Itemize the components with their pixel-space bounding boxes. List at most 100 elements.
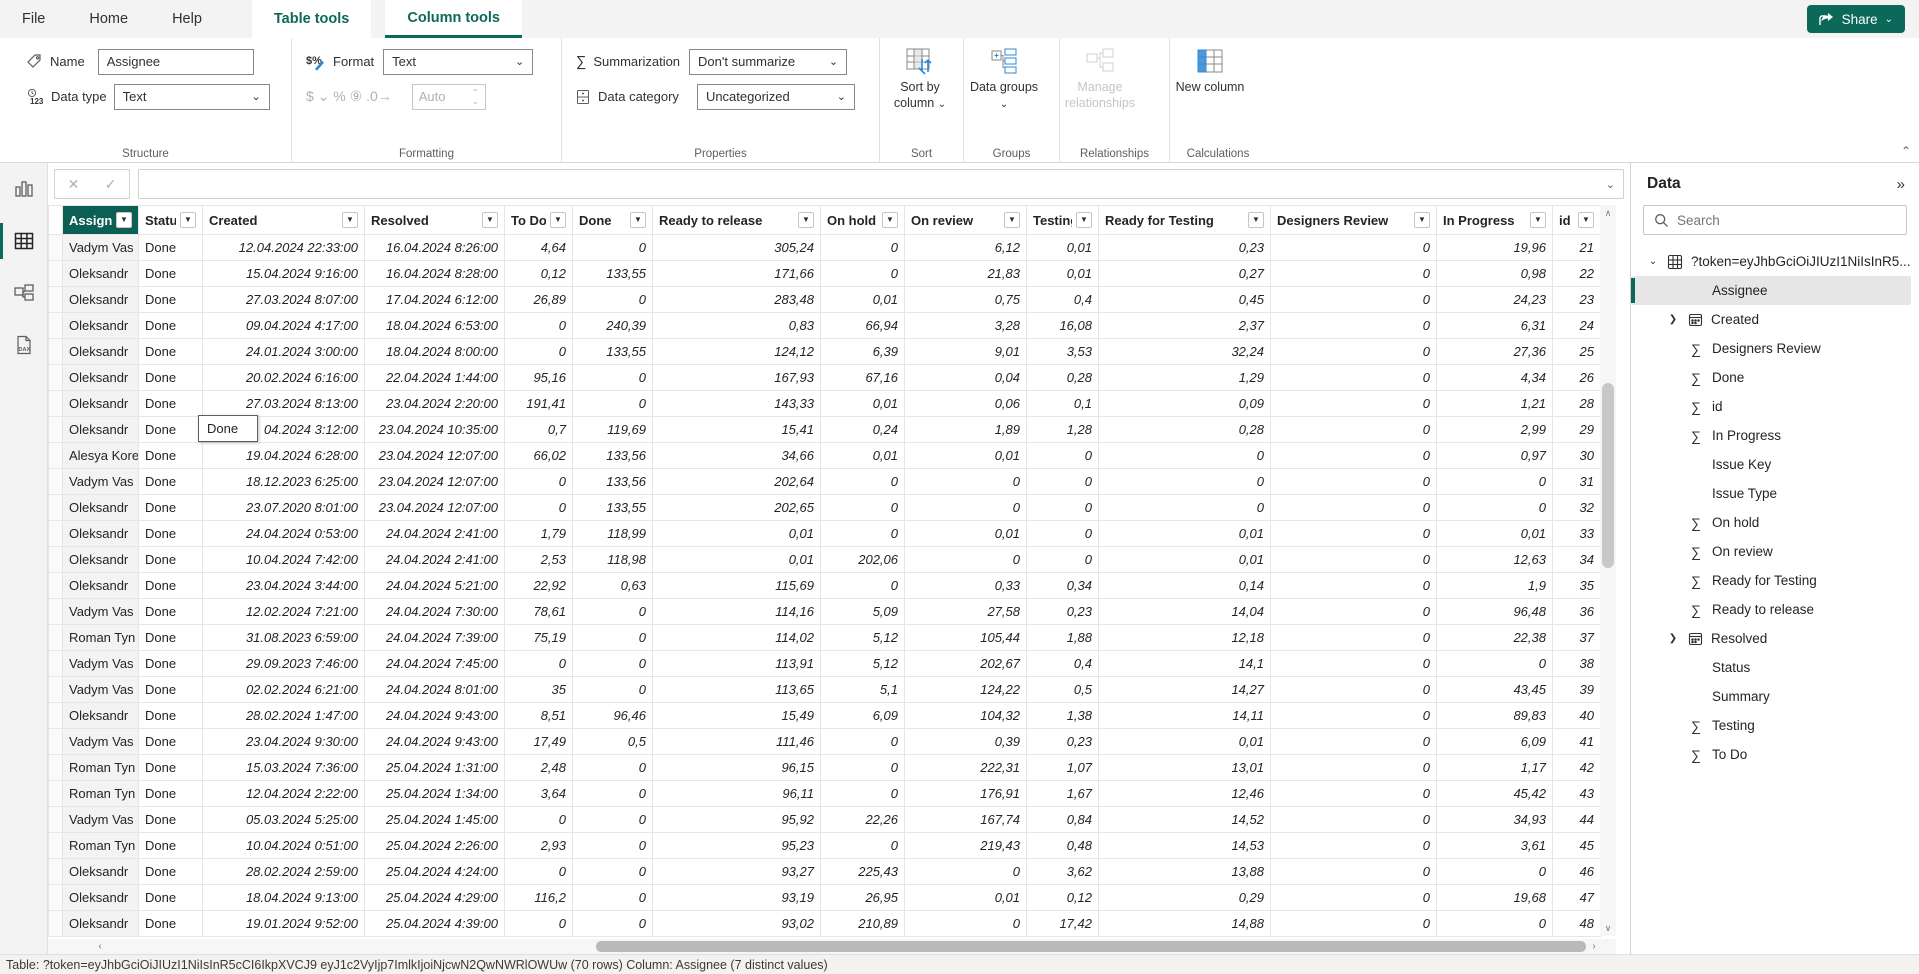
table-cell[interactable]: 0 (1271, 885, 1437, 911)
table-cell[interactable]: 5,12 (821, 651, 905, 677)
table-cell[interactable]: 44 (1553, 807, 1601, 833)
table-cell[interactable]: Oleksandr (63, 261, 139, 287)
table-cell[interactable]: 0,01 (905, 885, 1027, 911)
field-item-designers-review[interactable]: ∑Designers Review (1631, 334, 1919, 363)
table-cell[interactable]: 43 (1553, 781, 1601, 807)
table-cell[interactable]: 24.01.2024 3:00:00 (203, 339, 365, 365)
table-cell[interactable]: 1,88 (1027, 625, 1099, 651)
table-cell[interactable]: 25 (1553, 339, 1601, 365)
table-cell[interactable]: 143,33 (653, 391, 821, 417)
table-cell[interactable]: 202,06 (821, 547, 905, 573)
horizontal-scroll-thumb[interactable] (596, 941, 1586, 952)
table-row[interactable]: OleksandrDone19.01.2024 9:52:0025.04.202… (49, 911, 1601, 937)
table-cell[interactable]: 0 (573, 287, 653, 313)
table-cell[interactable]: 4,64 (505, 235, 573, 261)
table-cell[interactable]: 16.04.2024 8:26:00 (365, 235, 505, 261)
data-category-dropdown[interactable]: Uncategorized⌄ (697, 84, 855, 110)
horizontal-scrollbar[interactable]: ‹ › (48, 939, 1616, 954)
table-cell[interactable]: 0,34 (1027, 573, 1099, 599)
table-cell[interactable]: 0 (573, 911, 653, 937)
field-item-created[interactable]: ❯Created (1631, 305, 1919, 334)
table-cell[interactable]: 0 (573, 235, 653, 261)
table-cell[interactable]: 24.04.2024 7:45:00 (365, 651, 505, 677)
table-cell[interactable]: 0 (1437, 495, 1553, 521)
table-cell[interactable]: 0 (821, 573, 905, 599)
scroll-left-icon[interactable]: ‹ (92, 939, 108, 954)
table-cell[interactable]: 28.02.2024 2:59:00 (203, 859, 365, 885)
table-cell[interactable]: 95,92 (653, 807, 821, 833)
table-cell[interactable]: 25.04.2024 4:29:00 (365, 885, 505, 911)
table-cell[interactable]: Oleksandr (63, 885, 139, 911)
table-cell[interactable]: Done (139, 443, 203, 469)
field-item-testing[interactable]: ∑Testing (1631, 711, 1919, 740)
table-cell[interactable]: Done (139, 573, 203, 599)
expand-closed-icon[interactable]: ❯ (1667, 633, 1679, 644)
table-cell[interactable]: Oleksandr (63, 859, 139, 885)
table-cell[interactable]: 8,51 (505, 703, 573, 729)
tab-help[interactable]: Help (150, 0, 224, 38)
table-cell[interactable]: 25.04.2024 1:45:00 (365, 807, 505, 833)
table-cell[interactable]: 29.09.2023 7:46:00 (203, 651, 365, 677)
table-cell[interactable]: 32 (1553, 495, 1601, 521)
table-row[interactable]: Roman TynDone31.08.2023 6:59:0024.04.202… (49, 625, 1601, 651)
table-cell[interactable]: 36 (1553, 599, 1601, 625)
filter-dropdown-button[interactable]: ▼ (798, 212, 814, 228)
table-cell[interactable]: 0 (573, 859, 653, 885)
table-cell[interactable]: Oleksandr (63, 287, 139, 313)
report-view-button[interactable] (0, 163, 48, 215)
table-cell[interactable]: 02.02.2024 6:21:00 (203, 677, 365, 703)
table-cell[interactable]: 27.03.2024 8:13:00 (203, 391, 365, 417)
table-cell[interactable]: 0,01 (821, 287, 905, 313)
table-cell[interactable]: Done (139, 313, 203, 339)
table-cell[interactable]: 124,12 (653, 339, 821, 365)
table-cell[interactable]: 0 (1271, 729, 1437, 755)
table-cell[interactable]: 15.03.2024 7:36:00 (203, 755, 365, 781)
table-cell[interactable]: 24.04.2024 8:01:00 (365, 677, 505, 703)
table-cell[interactable]: 12,18 (1099, 625, 1271, 651)
table-row[interactable]: Roman TynDone10.04.2024 0:51:0025.04.202… (49, 833, 1601, 859)
decimal-places-spinner[interactable]: Auto⌃⌄ (412, 84, 486, 110)
table-cell[interactable]: 0,33 (905, 573, 1027, 599)
table-cell[interactable]: 133,55 (573, 495, 653, 521)
table-cell[interactable]: 0 (1271, 313, 1437, 339)
table-cell[interactable]: Done (139, 547, 203, 573)
table-cell[interactable]: 23.04.2024 12:07:00 (365, 469, 505, 495)
table-cell[interactable]: 0 (505, 859, 573, 885)
table-cell[interactable]: 14,53 (1099, 833, 1271, 859)
table-cell[interactable]: 1,17 (1437, 755, 1553, 781)
table-cell[interactable]: 35 (1553, 573, 1601, 599)
table-cell[interactable]: 0 (1271, 859, 1437, 885)
table-row[interactable]: OleksandrDone24.04.2024 0:53:0024.04.202… (49, 521, 1601, 547)
table-cell[interactable]: 167,74 (905, 807, 1027, 833)
table-row[interactable]: OleksandrDone20.02.2024 6:16:0022.04.202… (49, 365, 1601, 391)
table-cell[interactable]: Done (139, 521, 203, 547)
table-cell[interactable]: 15.04.2024 9:16:00 (203, 261, 365, 287)
column-header-resolved[interactable]: Resolved▼ (365, 206, 505, 235)
summarization-dropdown[interactable]: Don't summarize⌄ (689, 49, 847, 75)
table-cell[interactable]: 202,64 (653, 469, 821, 495)
table-cell[interactable]: 93,19 (653, 885, 821, 911)
table-cell[interactable]: 167,93 (653, 365, 821, 391)
table-cell[interactable]: 305,24 (653, 235, 821, 261)
table-row[interactable]: Vadym VasDone05.03.2024 5:25:0025.04.202… (49, 807, 1601, 833)
table-cell[interactable]: 24.04.2024 5:21:00 (365, 573, 505, 599)
table-cell[interactable]: 283,48 (653, 287, 821, 313)
table-row[interactable]: OleksandrDone15.04.2024 9:16:0016.04.202… (49, 261, 1601, 287)
table-cell[interactable]: 118,99 (573, 521, 653, 547)
table-cell[interactable]: 0 (1271, 495, 1437, 521)
table-cell[interactable]: 12,46 (1099, 781, 1271, 807)
table-cell[interactable]: 9,01 (905, 339, 1027, 365)
filter-dropdown-button[interactable]: ▼ (180, 212, 196, 228)
table-cell[interactable]: 0 (1099, 443, 1271, 469)
table-cell[interactable]: 0,28 (1027, 365, 1099, 391)
table-cell[interactable]: 0,23 (1099, 235, 1271, 261)
table-cell[interactable]: 66,02 (505, 443, 573, 469)
table-cell[interactable]: 25.04.2024 1:31:00 (365, 755, 505, 781)
table-cell[interactable]: 0,01 (905, 443, 1027, 469)
table-cell[interactable]: 12.02.2024 7:21:00 (203, 599, 365, 625)
table-cell[interactable]: 133,55 (573, 261, 653, 287)
field-search-box[interactable] (1643, 205, 1907, 235)
field-item-in-progress[interactable]: ∑In Progress (1631, 421, 1919, 450)
table-cell[interactable]: 26,89 (505, 287, 573, 313)
table-cell[interactable]: 32,24 (1099, 339, 1271, 365)
